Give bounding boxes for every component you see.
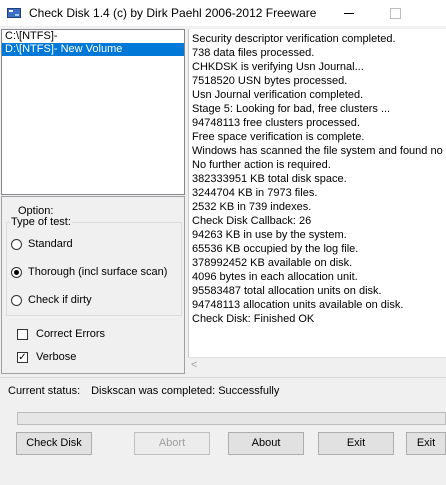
log-line: Windows has scanned the file system and … <box>192 145 443 157</box>
log-line: CHKDSK is verifying Usn Journal... <box>192 61 364 73</box>
log-line: Security descriptor verification complet… <box>192 33 396 45</box>
test-type-label: Type of test: <box>10 216 72 228</box>
radio-standard-label: Standard <box>28 238 73 250</box>
log-line: 94748113 free clusters processed. <box>192 117 360 129</box>
log-line: 65536 KB occupied by the log file. <box>192 243 359 255</box>
log-lines: Security descriptor verification complet… <box>192 32 443 326</box>
correct-errors-label: Correct Errors <box>36 328 106 340</box>
radio-icon <box>11 294 22 306</box>
log-line: Free space verification is complete. <box>192 131 365 143</box>
window-title: Check Disk 1.4 (c) by Dirk Paehl 2006-20… <box>29 6 317 20</box>
maximize-icon <box>389 7 401 19</box>
drive-item-d[interactable]: D:\[NTFS]- New Volume <box>2 43 184 56</box>
log-line: 738 data files processed. <box>192 47 315 59</box>
log-line: 3244704 KB in 7973 files. <box>192 187 318 199</box>
log-line: Usn Journal verification completed. <box>192 89 364 101</box>
status-value: Diskscan was completed: Successfully <box>91 385 280 397</box>
log-line: 378992452 KB available on disk. <box>192 257 353 269</box>
maximize-button[interactable] <box>372 0 418 26</box>
about-button[interactable]: About <box>228 432 304 455</box>
log-output[interactable]: Security descriptor verification complet… <box>188 29 446 374</box>
app-icon <box>7 8 21 18</box>
minimize-icon <box>344 12 354 14</box>
radio-thorough[interactable]: Thorough (incl surface scan) <box>11 265 167 279</box>
radio-standard[interactable]: Standard <box>11 237 73 251</box>
log-line: 95583487 total allocation units on disk. <box>192 285 382 297</box>
log-line: 7518520 USN bytes processed. <box>192 75 348 87</box>
minimize-button[interactable] <box>326 0 372 26</box>
abort-button[interactable]: Abort <box>134 432 210 455</box>
log-line: 382333951 KB total disk space. <box>192 173 347 185</box>
radio-icon <box>11 238 22 250</box>
radio-check-dirty[interactable]: Check if dirty <box>11 293 92 307</box>
status-row: Current status: Diskscan was completed: … <box>8 385 279 397</box>
radio-check-dirty-label: Check if dirty <box>28 294 92 306</box>
progress-bar <box>17 412 446 425</box>
log-line: 4096 bytes in each allocation unit. <box>192 271 358 283</box>
radio-checked-icon <box>11 266 22 278</box>
log-line: Stage 5: Looking for bad, free clusters … <box>192 103 391 115</box>
radio-thorough-label: Thorough (incl surface scan) <box>28 266 168 278</box>
scroll-left-icon[interactable]: < <box>191 359 197 371</box>
checkbox-verbose[interactable]: ✓ Verbose <box>17 350 76 364</box>
exit-button-2[interactable]: Exit <box>406 432 446 455</box>
drive-list[interactable]: C:\[NTFS]- D:\[NTFS]- New Volume <box>1 29 185 195</box>
checkbox-correct-errors[interactable]: Correct Errors <box>17 327 105 341</box>
checkmark-icon: ✓ <box>17 351 28 363</box>
status-label: Current status: <box>8 385 81 397</box>
log-line: No further action is required. <box>192 159 331 171</box>
title-bar: Check Disk 1.4 (c) by Dirk Paehl 2006-20… <box>0 0 446 26</box>
log-line: 94263 KB in use by the system. <box>192 229 347 241</box>
divider <box>0 377 446 378</box>
horizontal-scrollbar[interactable]: < <box>188 357 446 374</box>
exit-button[interactable]: Exit <box>318 432 394 455</box>
log-line: 2532 KB in 739 indexes. <box>192 201 312 213</box>
drive-item-c[interactable]: C:\[NTFS]- <box>2 30 184 43</box>
log-line: Check Disk Callback: 26 <box>192 215 312 227</box>
verbose-label: Verbose <box>36 351 77 363</box>
log-line: Check Disk: Finished OK <box>192 313 315 325</box>
log-line: 94748113 allocation units available on d… <box>192 299 404 311</box>
check-disk-button[interactable]: Check Disk <box>16 432 92 455</box>
checkbox-icon <box>17 328 28 340</box>
